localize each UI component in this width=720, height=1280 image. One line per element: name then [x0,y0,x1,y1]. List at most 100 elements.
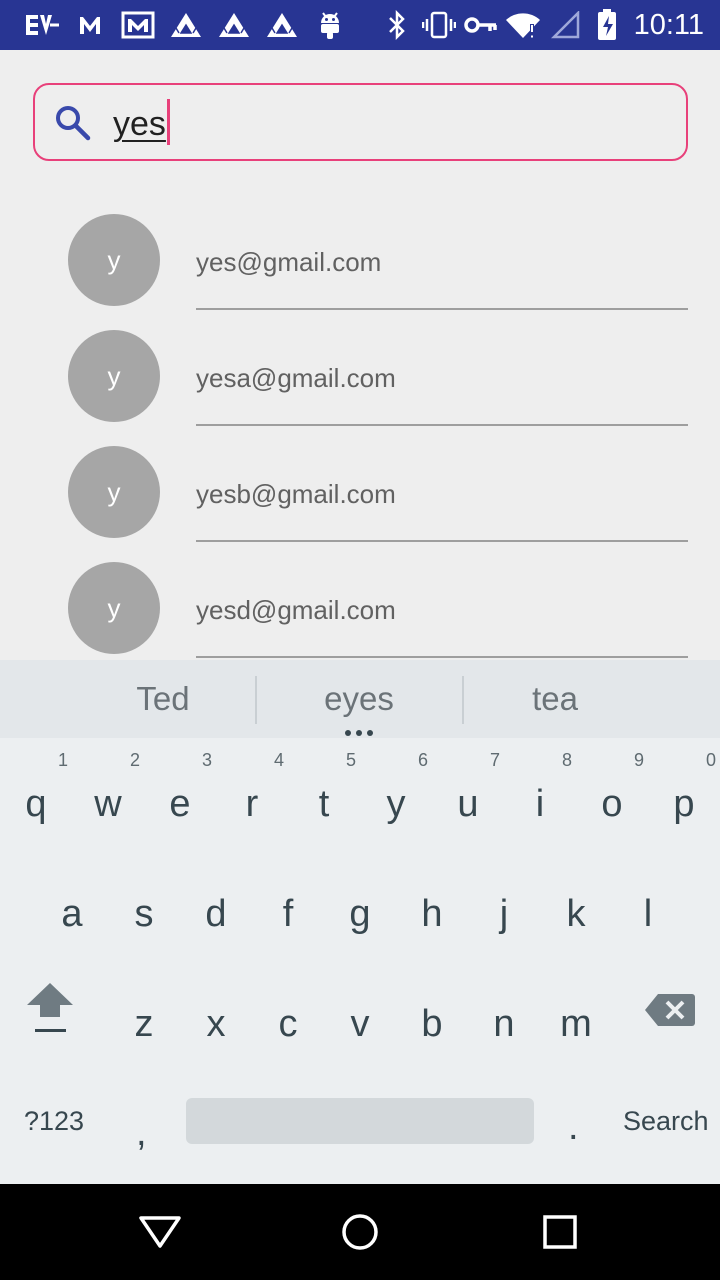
key-a[interactable]: a [36,856,108,956]
key-label: x [206,1002,226,1045]
suggestion-eyes[interactable]: eyes [266,660,452,738]
period-key[interactable]: . [568,1106,579,1149]
vibrate-icon [418,8,460,42]
search-field[interactable]: yes [33,83,688,161]
back-triangle-icon [139,1216,181,1248]
search-action-key[interactable]: Search [623,1106,709,1137]
backspace-key[interactable] [634,960,706,1060]
key-p[interactable]: 0p [648,746,720,846]
suggestion-ted[interactable]: Ted [70,660,256,738]
more-suggestions-icon [345,730,373,736]
home-circle-icon [342,1214,378,1250]
key-j[interactable]: j [468,856,540,956]
gmail-m-icon [66,8,114,42]
key-hint: 7 [489,750,500,770]
symbols-key[interactable]: ?123 [24,1106,84,1137]
shift-arrow-icon [27,983,73,1032]
list-item[interactable]: y yes@gmail.com [0,198,720,314]
divider [196,540,688,542]
list-item[interactable]: y yesb@gmail.com [0,430,720,546]
key-o[interactable]: 9o [576,746,648,846]
key-y[interactable]: 6y [360,746,432,846]
result-list: y yes@gmail.com y yesa@gmail.com y yesb@… [0,198,720,662]
key-w[interactable]: 2w [72,746,144,846]
text-cursor [166,99,170,145]
key-k[interactable]: k [540,856,612,956]
avatar: y [68,330,160,422]
ev-icon [18,8,66,42]
avatar: y [68,446,160,538]
space-key[interactable] [186,1098,534,1144]
key-hint: 8 [561,750,572,770]
search-query-text: yes [113,105,166,143]
signal-icon [544,8,586,42]
email-label: yesd@gmail.com [196,595,396,625]
key-b[interactable]: b [396,966,468,1066]
key-i[interactable]: 8i [504,746,576,846]
key-h[interactable]: h [396,856,468,956]
key-label: p [673,782,695,825]
wifi-icon [502,8,544,42]
home-button[interactable] [330,1204,390,1260]
bluetooth-icon [376,8,418,42]
list-item[interactable]: y yesd@gmail.com [0,546,720,662]
key-label: k [566,892,586,935]
key-label: l [643,892,653,935]
key-t[interactable]: 5t [288,746,360,846]
clock-time: 10:11 [633,9,704,41]
notification-icons [18,8,354,42]
avatar: y [68,214,160,306]
key-label: m [560,1002,592,1045]
key-q[interactable]: 1q [0,746,72,846]
key-label: h [421,892,443,935]
suggestion-strip: Ted eyes tea [0,660,720,738]
key-l[interactable]: l [612,856,684,956]
key-label: n [493,1002,515,1045]
back-button[interactable] [130,1204,190,1260]
email-label: yesb@gmail.com [196,479,396,509]
key-m[interactable]: m [540,966,612,1066]
comma-key[interactable]: , [136,1112,147,1155]
key-label: y [386,782,406,825]
key-s[interactable]: s [108,856,180,956]
key-hint: 4 [273,750,284,770]
key-label: r [245,782,259,825]
app-screen: 10:11 yes y yes@gmail.com y yesa@gmail.c… [0,0,720,1280]
suggestion-tea[interactable]: tea [462,660,648,738]
key-n[interactable]: n [468,966,540,1066]
email-label: yesa@gmail.com [196,363,396,393]
search-input[interactable]: yes [113,99,170,147]
recents-button[interactable] [530,1204,590,1260]
key-u[interactable]: 7u [432,746,504,846]
key-e[interactable]: 3e [144,746,216,846]
list-item[interactable]: y yesa@gmail.com [0,314,720,430]
key-label: f [282,892,294,935]
key-label: d [205,892,227,935]
key-label: b [421,1002,443,1045]
triangles-icon [210,8,258,42]
status-bar: 10:11 [0,0,720,50]
recents-square-icon [543,1215,577,1249]
shift-key[interactable] [14,960,86,1060]
key-label: o [601,782,623,825]
key-g[interactable]: g [324,856,396,956]
divider [196,424,688,426]
key-d[interactable]: d [180,856,252,956]
suggestion-divider [255,676,257,724]
key-c[interactable]: c [252,966,324,1066]
key-hint: 1 [57,750,68,770]
key-v[interactable]: v [324,966,396,1066]
android-icon [306,8,354,42]
email-label: yes@gmail.com [196,247,382,277]
key-hint: 3 [201,750,212,770]
key-hint: 5 [345,750,356,770]
key-z[interactable]: z [108,966,180,1066]
key-r[interactable]: 4r [216,746,288,846]
divider [196,656,688,658]
key-f[interactable]: f [252,856,324,956]
key-label: i [535,782,545,825]
key-x[interactable]: x [180,966,252,1066]
key-label: v [350,1002,370,1045]
key-label: q [25,782,47,825]
key-icon [460,8,502,42]
